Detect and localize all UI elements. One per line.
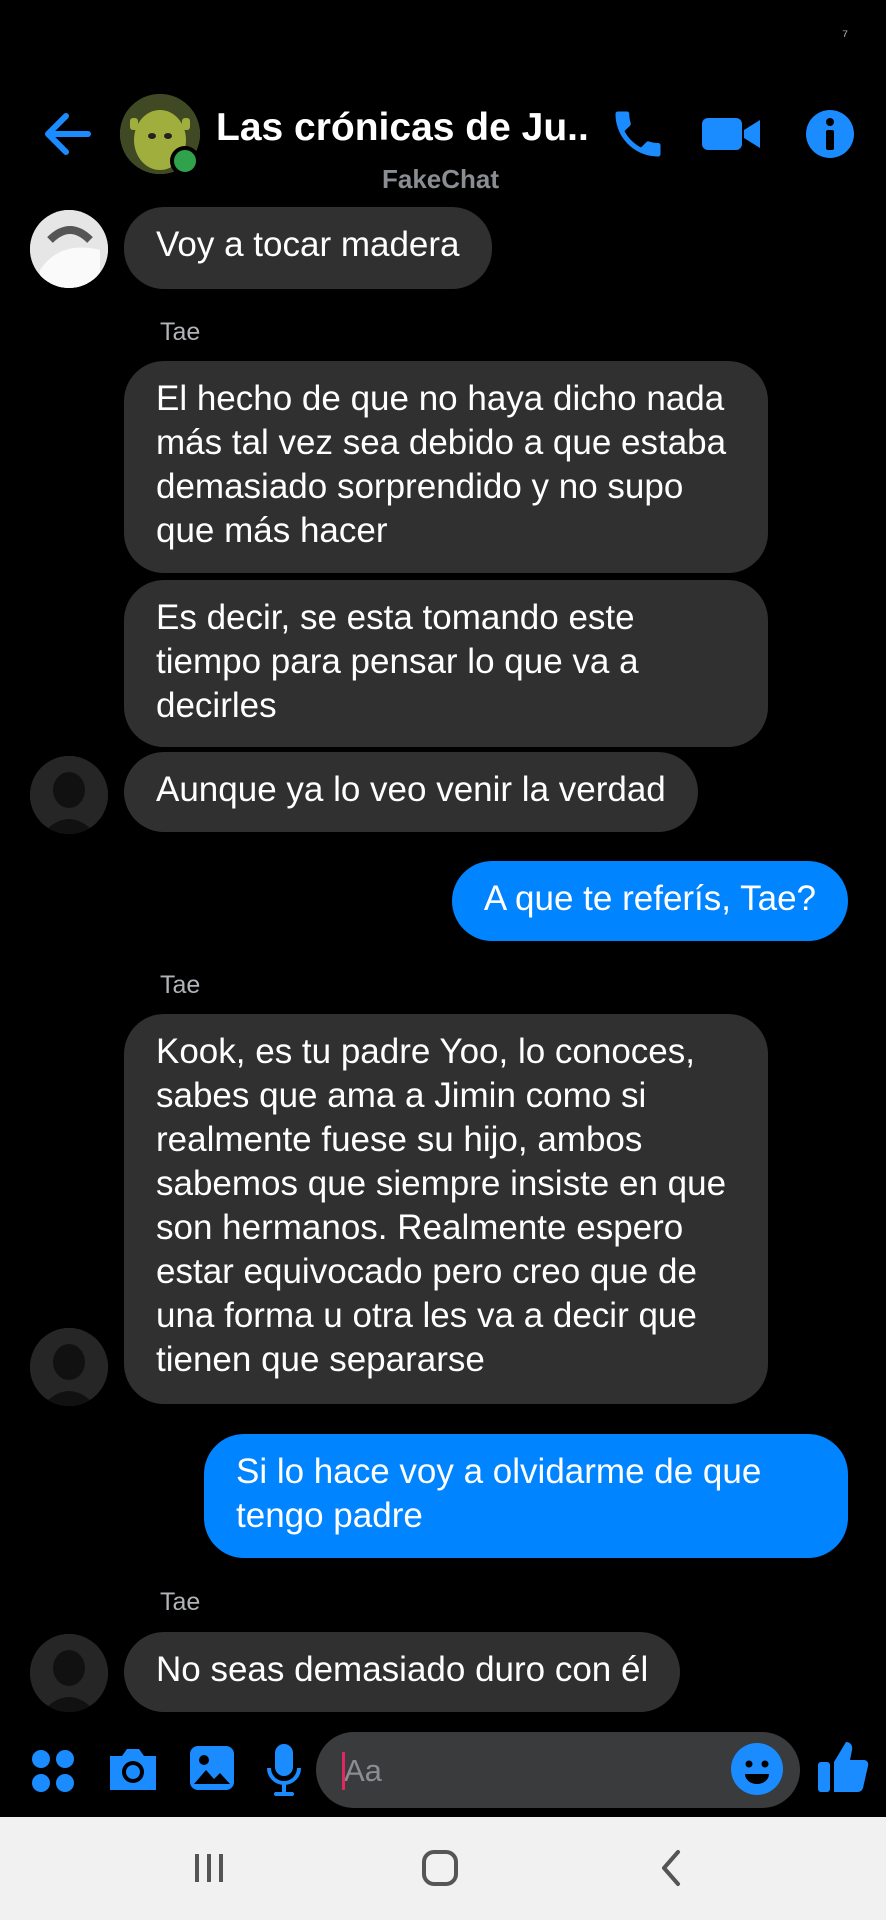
message-bubble-incoming[interactable]: Voy a tocar madera bbox=[124, 207, 492, 289]
back-nav-icon[interactable] bbox=[656, 1848, 686, 1888]
message-bubble-incoming[interactable]: Es decir, se esta tomando este tiempo pa… bbox=[124, 580, 768, 747]
status-indicator: ⁷ bbox=[842, 28, 848, 45]
sender-name: Tae bbox=[160, 1588, 201, 1616]
sender-name: Tae bbox=[160, 971, 201, 999]
contact-avatar[interactable] bbox=[30, 756, 108, 834]
online-status-dot bbox=[170, 146, 200, 176]
message-bubble-outgoing[interactable]: Si lo hace voy a olvidarme de que tengo … bbox=[204, 1434, 848, 1558]
sender-name: Tae bbox=[160, 318, 201, 346]
message-input[interactable] bbox=[342, 1732, 706, 1810]
contact-avatar[interactable] bbox=[30, 210, 108, 288]
video-call-icon[interactable] bbox=[700, 104, 762, 164]
gallery-icon[interactable] bbox=[188, 1744, 236, 1792]
like-thumb-icon[interactable] bbox=[816, 1738, 870, 1794]
apps-grid-icon[interactable] bbox=[30, 1748, 76, 1794]
chat-title[interactable]: Las crónicas de Ju... bbox=[216, 106, 591, 150]
message-bubble-incoming[interactable]: El hecho de que no haya dicho nada más t… bbox=[124, 361, 768, 573]
microphone-icon[interactable] bbox=[266, 1742, 302, 1798]
message-bubble-incoming[interactable]: No seas demasiado duro con él bbox=[124, 1632, 681, 1712]
message-bubble-outgoing[interactable]: A que te referís, Tae? bbox=[451, 861, 848, 941]
contact-avatar[interactable] bbox=[30, 1328, 108, 1406]
camera-icon[interactable] bbox=[106, 1744, 160, 1794]
message-bubble-incoming[interactable]: Aunque ya lo veo venir la verdad bbox=[124, 752, 698, 832]
back-arrow-icon[interactable] bbox=[42, 108, 94, 160]
phone-call-icon[interactable] bbox=[608, 104, 668, 164]
recent-apps-icon[interactable] bbox=[192, 1848, 226, 1888]
home-icon[interactable] bbox=[420, 1848, 460, 1888]
text-cursor bbox=[342, 1752, 345, 1790]
chat-subtitle: FakeChat bbox=[382, 164, 500, 194]
info-icon[interactable] bbox=[800, 104, 860, 164]
message-bubble-incoming[interactable]: Kook, es tu padre Yoo, lo conoces, sabes… bbox=[124, 1014, 768, 1404]
message-composer[interactable] bbox=[316, 1732, 800, 1810]
contact-avatar[interactable] bbox=[30, 1634, 108, 1712]
emoji-icon[interactable] bbox=[730, 1742, 784, 1796]
